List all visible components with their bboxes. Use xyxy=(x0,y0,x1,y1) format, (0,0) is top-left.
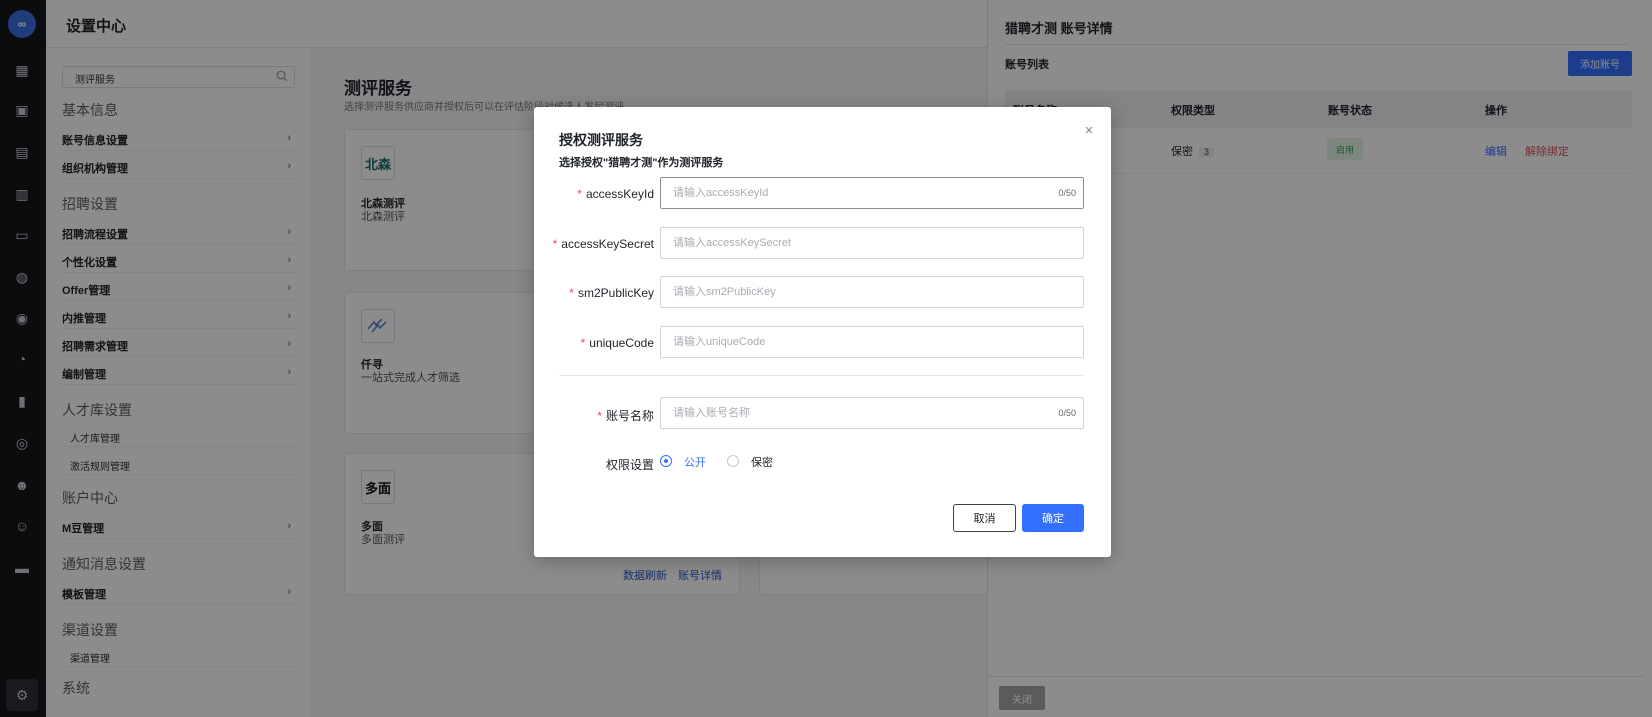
access-key-secret-input[interactable] xyxy=(661,228,1083,258)
required-mark: * xyxy=(577,187,582,201)
confirm-button[interactable]: 确定 xyxy=(1022,504,1084,532)
radio-private-label[interactable]: 保密 xyxy=(751,454,773,470)
required-mark: * xyxy=(552,237,558,251)
unique-code-input[interactable] xyxy=(661,327,1083,357)
account-name-label: * 账号名称 xyxy=(597,407,654,424)
close-icon[interactable]: × xyxy=(1081,123,1097,139)
char-counter: 0/50 xyxy=(1058,408,1076,418)
unique-code-label: * uniqueCode xyxy=(581,336,654,350)
access-key-id-field[interactable]: 0/50 xyxy=(660,177,1084,209)
access-key-id-input[interactable] xyxy=(661,178,1083,208)
access-key-secret-label: * accessKeySecret xyxy=(553,237,654,251)
modal-subtitle: 选择授权"猎聘才测"作为测评服务 xyxy=(559,157,724,169)
field-label-text: accessKeyId xyxy=(585,187,654,201)
field-label-text: accessKeySecret xyxy=(561,237,654,251)
unique-code-field[interactable] xyxy=(660,326,1084,358)
account-name-input[interactable] xyxy=(661,398,1083,428)
required-mark: * xyxy=(597,409,602,423)
access-key-secret-field[interactable] xyxy=(660,227,1084,259)
access-key-id-label: * accessKeyId xyxy=(577,187,654,201)
field-label-text: sm2PublicKey xyxy=(577,286,654,300)
radio-private[interactable] xyxy=(727,455,739,467)
sm2-public-key-field[interactable] xyxy=(660,276,1084,308)
required-mark: * xyxy=(569,286,574,300)
divider xyxy=(559,375,1084,376)
required-mark: * xyxy=(580,336,586,350)
radio-public[interactable] xyxy=(660,455,672,467)
sm2-public-key-label: * sm2PublicKey xyxy=(569,286,654,300)
modal-title: 授权测评服务 xyxy=(559,132,643,148)
field-label-text: 账号名称 xyxy=(605,409,654,423)
permission-label: 权限设置 xyxy=(605,458,654,472)
account-name-field[interactable]: 0/50 xyxy=(660,397,1084,429)
field-label-text: uniqueCode xyxy=(589,336,654,350)
char-counter: 0/50 xyxy=(1058,188,1076,198)
sm2-public-key-input[interactable] xyxy=(661,277,1083,307)
cancel-button[interactable]: 取消 xyxy=(953,504,1016,532)
radio-public-label[interactable]: 公开 xyxy=(684,454,706,470)
authorize-service-modal: × 授权测评服务 选择授权"猎聘才测"作为测评服务 *accessKeyId 0… xyxy=(534,107,1111,557)
